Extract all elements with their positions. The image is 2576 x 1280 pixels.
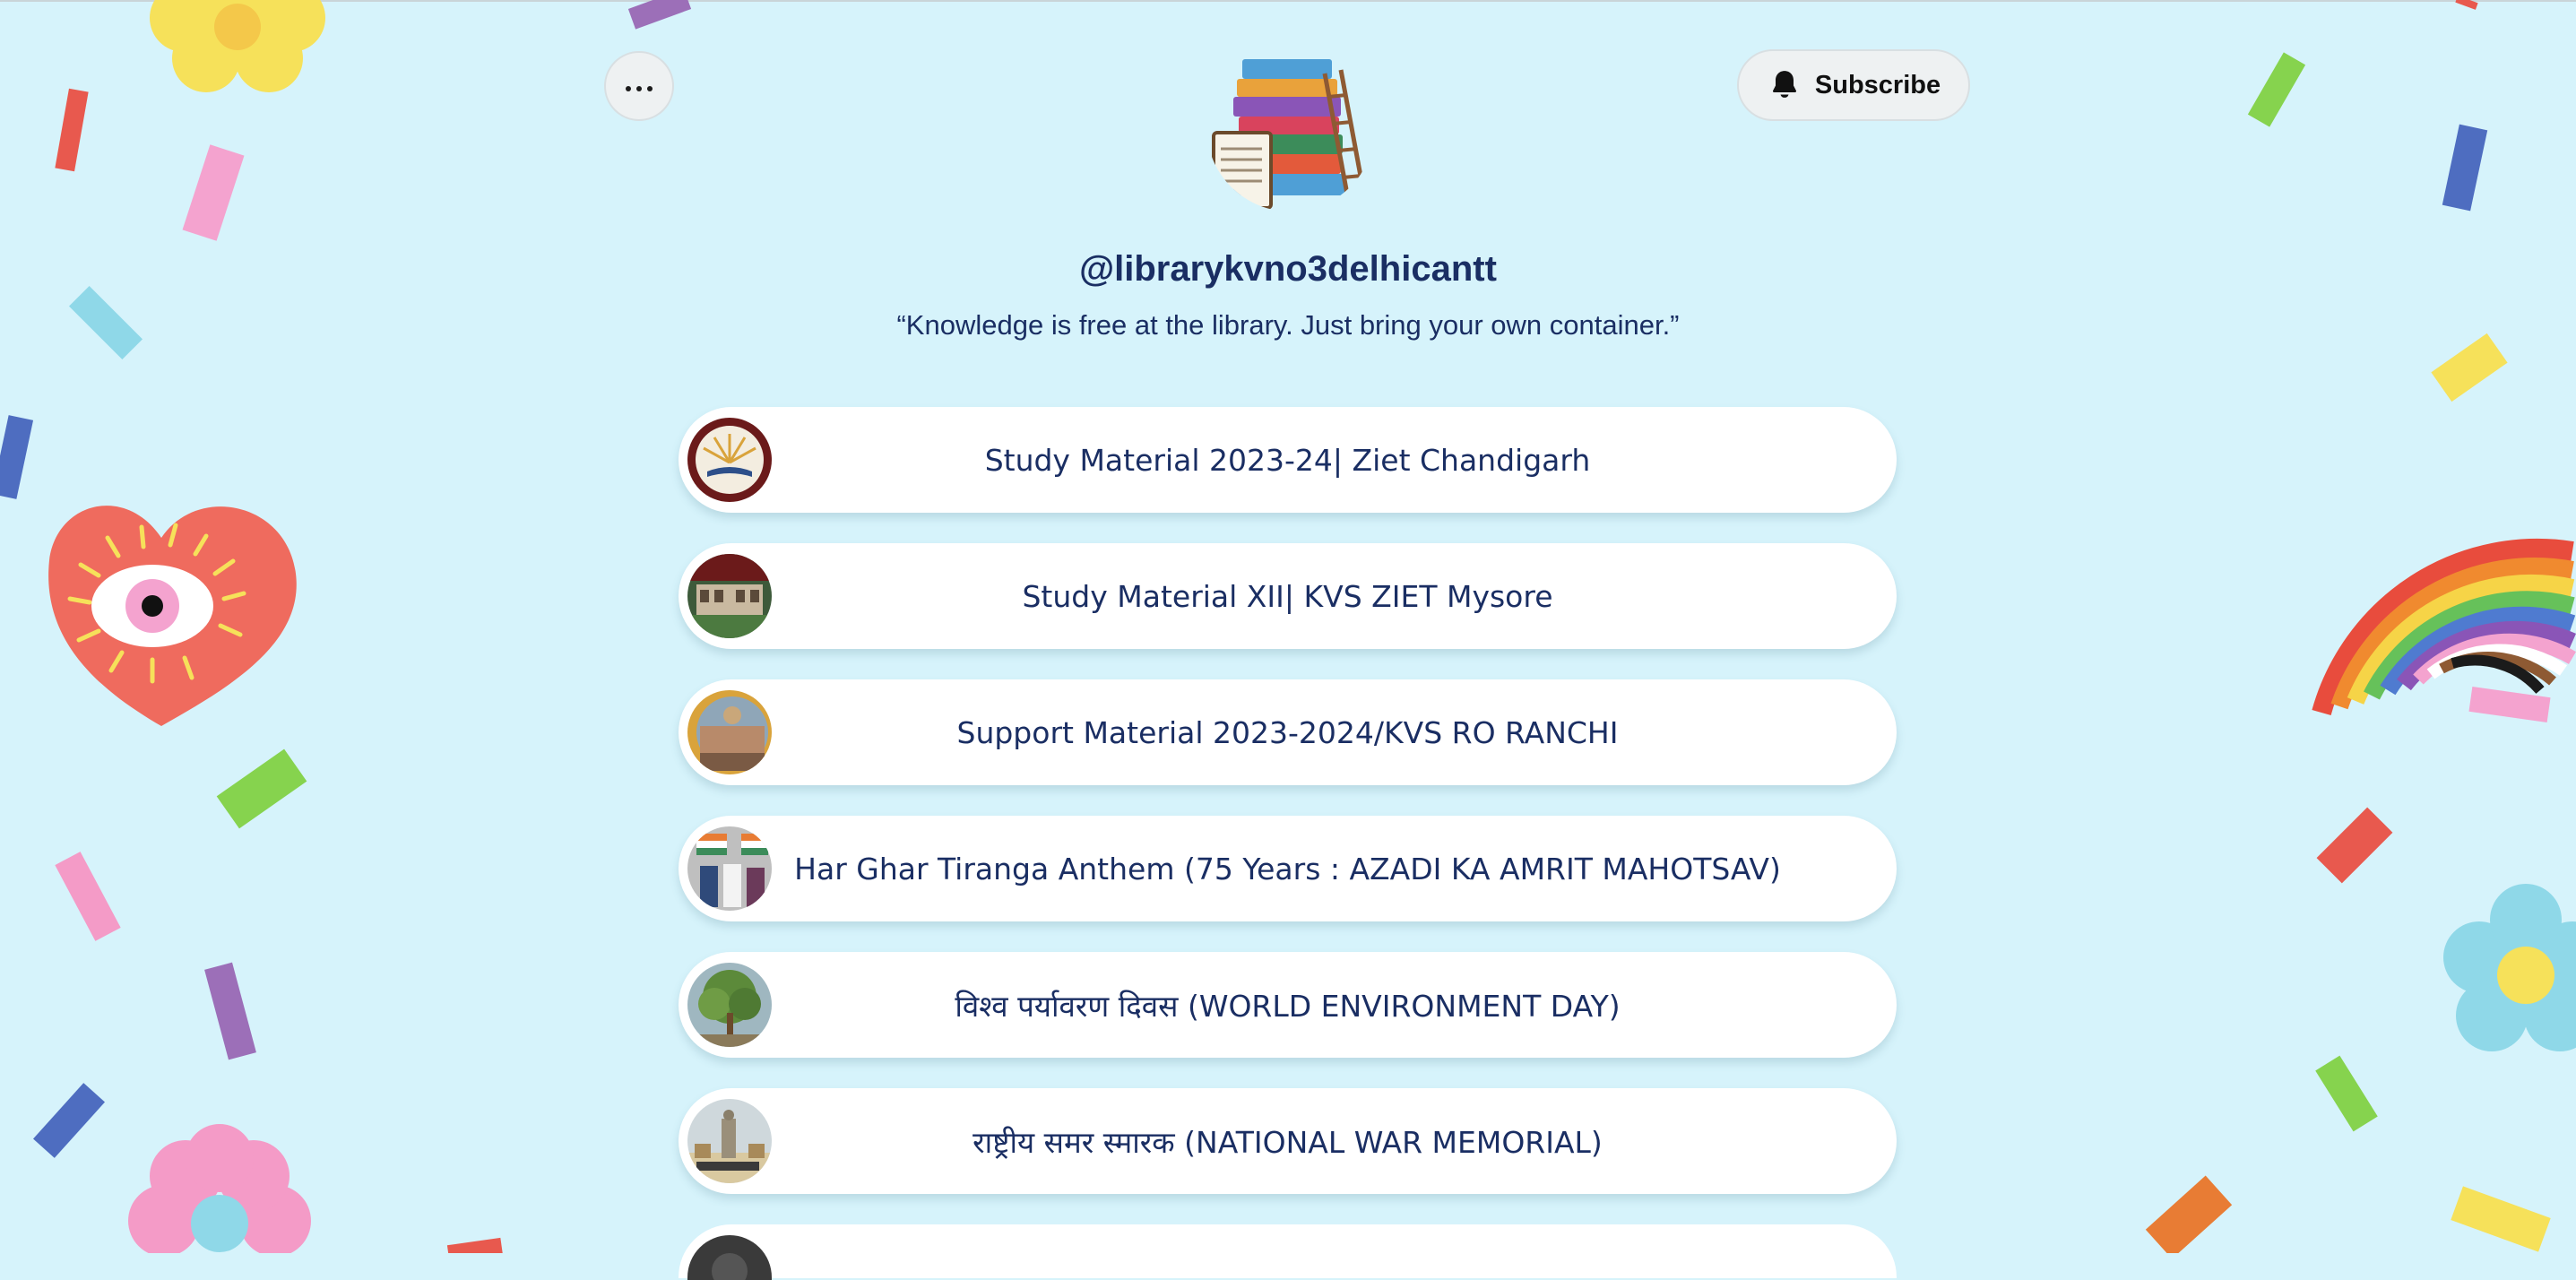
link-label: Study Material XII| KVS ZIET Mysore	[1022, 578, 1553, 614]
link-button-next[interactable]	[679, 1224, 1897, 1280]
more-options-button[interactable]	[604, 51, 674, 121]
subscribe-label: Subscribe	[1814, 70, 1941, 99]
profile-avatar	[1206, 43, 1375, 212]
link-label: Study Material 2023-24| Ziet Chandigarh	[984, 442, 1591, 478]
bell-icon	[1772, 71, 1796, 98]
link-button-world-environment-day[interactable]: विश्व पर्यावरण दिवस (WORLD ENVIRONMENT D…	[679, 952, 1897, 1058]
top-border	[0, 0, 2576, 2]
link-label: Support Material 2023-2024/KVS RO RANCHI	[956, 714, 1619, 750]
profile-handle: @librarykvno3delhicantt	[1079, 249, 1497, 289]
link-button-national-war-memorial[interactable]: राष्ट्रीय समर स्मारक (NATIONAL WAR MEMOR…	[679, 1088, 1897, 1194]
link-button-har-ghar-tiranga[interactable]: Har Ghar Tiranga Anthem (75 Years : AZAD…	[679, 816, 1897, 921]
link-button-support-material-ranchi[interactable]: Support Material 2023-2024/KVS RO RANCHI	[679, 679, 1897, 785]
subscribe-button[interactable]: Subscribe	[1737, 49, 1970, 121]
link-label: Har Ghar Tiranga Anthem (75 Years : AZAD…	[794, 851, 1781, 886]
link-label: विश्व पर्यावरण दिवस (WORLD ENVIRONMENT D…	[955, 988, 1621, 1024]
link-button-study-material-ziet-mysore[interactable]: Study Material XII| KVS ZIET Mysore	[679, 543, 1897, 649]
link-label: राष्ट्रीय समर स्मारक (NATIONAL WAR MEMOR…	[972, 1124, 1603, 1160]
profile-bio: “Knowledge is free at the library. Just …	[896, 309, 1680, 341]
more-horizontal-icon	[623, 78, 655, 95]
link-button-study-material-ziet-chandigarh[interactable]: Study Material 2023-24| Ziet Chandigarh	[679, 407, 1897, 513]
link-thumbnail	[687, 1235, 772, 1280]
